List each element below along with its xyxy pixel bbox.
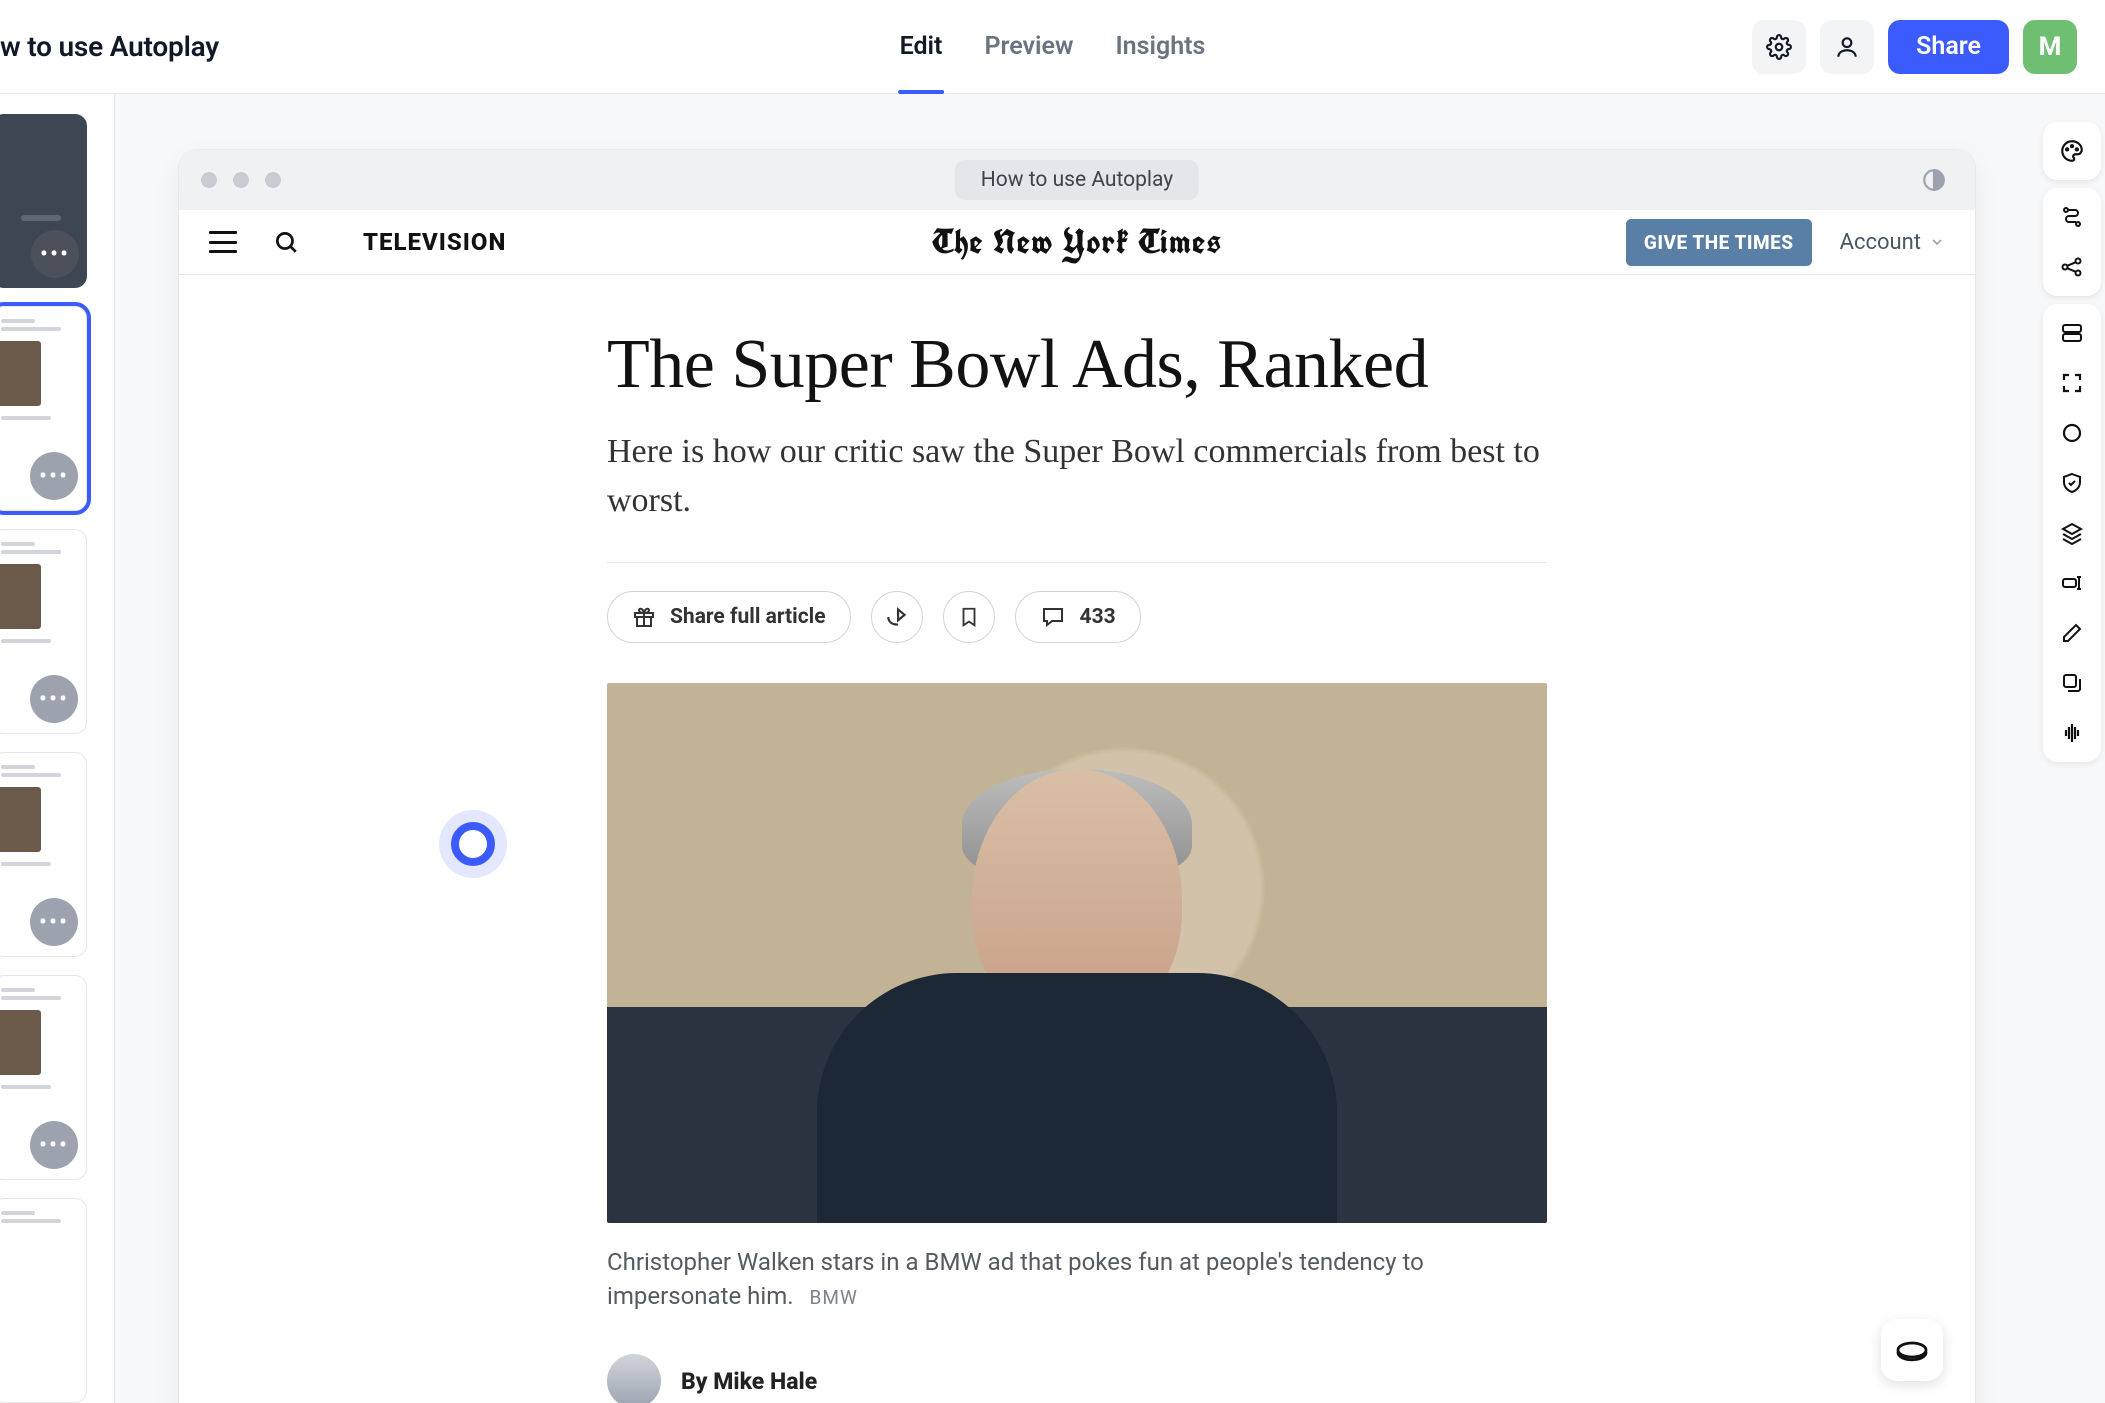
- article-subhead: Here is how our critic saw the Super Bow…: [607, 427, 1547, 526]
- step-thumb-5[interactable]: [0, 1198, 87, 1403]
- tab-edit[interactable]: Edit: [898, 0, 945, 94]
- traffic-light-min: [233, 172, 249, 188]
- fullscreen-button[interactable]: [2049, 360, 2095, 406]
- thumb-menu-icon[interactable]: •••: [30, 898, 78, 946]
- caption-credit: BMW: [810, 1286, 858, 1309]
- hero-caption: Christopher Walken stars in a BMW ad tha…: [607, 1245, 1547, 1315]
- disc-icon: [1895, 1336, 1929, 1364]
- nyt-logo[interactable]: The New York Times: [932, 220, 1222, 264]
- waveform-icon: [2060, 721, 2084, 745]
- help-fab[interactable]: [1881, 1319, 1943, 1381]
- article: The Super Bowl Ads, Ranked Here is how o…: [179, 275, 1975, 1403]
- gear-icon: [1766, 34, 1792, 60]
- palette-icon: [2059, 138, 2085, 164]
- route-icon: [2060, 205, 2084, 229]
- workspace: ••• ••• ••• ••• ••• How to us: [0, 94, 2105, 1403]
- caption-text: Christopher Walken stars in a BMW ad tha…: [607, 1248, 1424, 1311]
- thumb-menu-icon[interactable]: •••: [30, 675, 78, 723]
- article-hero-image: [607, 683, 1547, 1223]
- bookmark-icon: [958, 604, 980, 630]
- nyt-header: TELEVISION The New York Times GIVE THE T…: [179, 210, 1975, 275]
- theme-button[interactable]: [2049, 128, 2095, 174]
- byline-row: By Mike Hale: [607, 1354, 1547, 1403]
- input-icon: [2060, 571, 2084, 595]
- gift-icon: [632, 605, 656, 629]
- avatar[interactable]: M: [2023, 20, 2077, 74]
- shield-button[interactable]: [2049, 460, 2095, 506]
- comment-count: 433: [1080, 605, 1116, 629]
- layers-button[interactable]: [2049, 510, 2095, 556]
- shield-icon: [2060, 471, 2084, 495]
- input-button[interactable]: [2049, 560, 2095, 606]
- project-title: w to use Autoplay: [0, 30, 219, 63]
- contrast-icon[interactable]: [1921, 167, 1947, 193]
- expand-icon: [2060, 371, 2084, 395]
- search-icon[interactable]: [273, 229, 299, 255]
- circle-icon: [2060, 421, 2084, 445]
- share-button-small[interactable]: [871, 591, 923, 643]
- step-thumb-4[interactable]: •••: [0, 975, 87, 1180]
- account-label: Account: [1840, 230, 1921, 255]
- step-rail: ••• ••• ••• ••• •••: [0, 94, 115, 1403]
- step-thumb-intro[interactable]: •••: [0, 114, 87, 288]
- author-avatar: [607, 1354, 661, 1403]
- account-dropdown[interactable]: Account: [1840, 230, 1945, 255]
- chevron-down-icon: [1929, 234, 1945, 250]
- circle-tool-button[interactable]: [2049, 410, 2095, 456]
- settings-button[interactable]: [1752, 20, 1806, 74]
- app-tabs: Edit Preview Insights: [898, 0, 1208, 94]
- comments-button[interactable]: 433: [1015, 591, 1141, 643]
- thumb-menu-icon[interactable]: •••: [30, 1121, 78, 1169]
- stack-button[interactable]: [2049, 660, 2095, 706]
- browser-chrome: How to use Autoplay: [179, 150, 1975, 210]
- layers-icon: [2060, 521, 2084, 545]
- article-actions: Share full article 433: [607, 591, 1547, 643]
- hamburger-icon[interactable]: [209, 231, 237, 253]
- canvas: How to use Autoplay TELEVISION The New Y…: [115, 94, 2039, 1403]
- audio-button[interactable]: [2049, 710, 2095, 756]
- server-button[interactable]: [2049, 310, 2095, 356]
- give-times-button[interactable]: GIVE THE TIMES: [1626, 219, 1812, 266]
- browser-frame: How to use Autoplay TELEVISION The New Y…: [179, 150, 1975, 1403]
- pencil-icon: [2060, 621, 2084, 645]
- share-full-article-button[interactable]: Share full article: [607, 591, 851, 643]
- share-nodes-icon: [2060, 255, 2084, 279]
- article-headline: The Super Bowl Ads, Ranked: [607, 325, 1547, 405]
- bookmark-button[interactable]: [943, 591, 995, 643]
- byline: By Mike Hale: [681, 1368, 817, 1395]
- thumb-menu-icon[interactable]: •••: [31, 230, 79, 278]
- step-thumb-2[interactable]: •••: [0, 529, 87, 734]
- tool-panel: [2039, 94, 2105, 1403]
- stack-icon: [2060, 671, 2084, 695]
- browser-tab-title: How to use Autoplay: [955, 160, 1199, 200]
- hotspot-marker[interactable]: [451, 822, 495, 866]
- app-header: w to use Autoplay Edit Preview Insights …: [0, 0, 2105, 94]
- tab-preview[interactable]: Preview: [982, 0, 1075, 94]
- step-thumb-1[interactable]: •••: [0, 306, 87, 511]
- edit-button[interactable]: [2049, 610, 2095, 656]
- share-button[interactable]: Share: [1888, 20, 2009, 74]
- tab-insights[interactable]: Insights: [1113, 0, 1207, 94]
- route-button[interactable]: [2049, 194, 2095, 240]
- comment-icon: [1040, 605, 1066, 629]
- traffic-light-max: [265, 172, 281, 188]
- share-full-label: Share full article: [670, 605, 826, 629]
- share-arrow-icon: [884, 604, 910, 630]
- user-icon: [1834, 34, 1860, 60]
- header-actions: Share M: [1752, 20, 2077, 74]
- share-nodes-button[interactable]: [2049, 244, 2095, 290]
- section-label[interactable]: TELEVISION: [363, 228, 506, 256]
- profile-button[interactable]: [1820, 20, 1874, 74]
- step-thumb-3[interactable]: •••: [0, 752, 87, 957]
- server-icon: [2060, 321, 2084, 345]
- divider: [607, 562, 1547, 563]
- traffic-light-close: [201, 172, 217, 188]
- thumb-menu-icon[interactable]: •••: [30, 452, 78, 500]
